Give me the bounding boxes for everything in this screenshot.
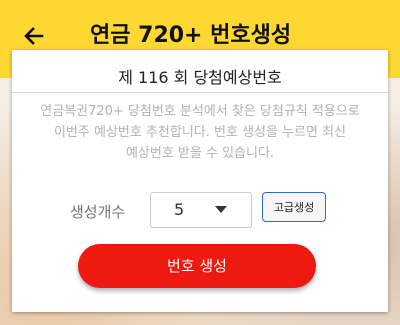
advanced-generate-button[interactable]: 고급생성 [262, 192, 326, 222]
description-line: 연금복권720+ 당첨번호 분석에서 찾은 당첨규칙 적용으로 [40, 104, 360, 119]
prediction-card: 제 116 회 당첨예상번호 연금복권720+ 당첨번호 분석에서 찾은 당첨규… [12, 50, 388, 312]
count-select-value: 5 [174, 200, 185, 219]
description: 연금복권720+ 당첨번호 분석에서 찾은 당첨규칙 적용으로 이번주 예상번호… [28, 101, 372, 164]
generate-button[interactable]: 번호 생성 [78, 244, 316, 288]
back-arrow-icon [24, 27, 44, 45]
description-line: 예상번호 받을 수 있습니다. [125, 146, 275, 161]
card-title: 제 116 회 당첨예상번호 [118, 68, 282, 87]
card-divider [12, 92, 388, 93]
count-label: 생성개수 [70, 203, 126, 221]
count-select[interactable]: 5 [150, 192, 252, 228]
description-line: 이번주 예상번호 추천합니다. 번호 생성을 누르면 최신 [53, 125, 347, 140]
dropdown-triangle-icon [215, 206, 227, 213]
